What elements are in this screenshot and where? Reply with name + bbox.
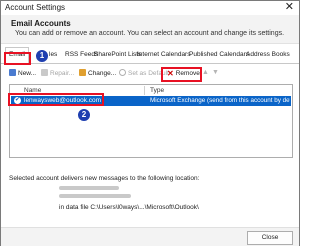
account-type: Microsoft Exchange (send from this accou… (150, 97, 290, 104)
tab-data-files[interactable]: les (49, 51, 57, 58)
new-button-label: New... (18, 70, 37, 77)
new-account-icon (9, 69, 16, 76)
footer: Close (1, 227, 299, 246)
step-2-badge: 2 (77, 108, 91, 122)
account-row-highlight (8, 93, 104, 106)
tab-sharepoint-lists[interactable]: SharePoint Lists (94, 51, 141, 58)
column-header-type[interactable]: Type (150, 87, 164, 94)
redacted-location (59, 186, 119, 190)
account-settings-dialog: Account Settings ✕ Email Accounts You ca… (0, 0, 300, 246)
repair-button[interactable]: Repair... (41, 69, 74, 77)
window-title: Account Settings (5, 3, 66, 12)
new-button[interactable]: New... (9, 69, 36, 77)
repair-button-label: Repair... (50, 70, 75, 77)
move-up-icon[interactable]: ▲ (202, 69, 209, 76)
tab-address-books[interactable]: Address Books (246, 51, 290, 58)
delivery-location-text: Selected account delivers new messages t… (9, 175, 200, 182)
close-icon[interactable]: ✕ (285, 1, 294, 13)
title-bar: Account Settings ✕ (1, 1, 299, 15)
data-file-path: in data file C:\Users\l0ways\...\Microso… (59, 204, 199, 211)
move-down-icon[interactable]: ▼ (212, 69, 219, 76)
change-button-label: Change... (88, 70, 117, 77)
tab-published-calendars[interactable]: Published Calendars (189, 51, 249, 58)
tab-internet-calendars[interactable]: Internet Calendars (137, 51, 190, 58)
redacted-location-line (59, 194, 131, 198)
header-panel: Email Accounts You can add or remove an … (1, 15, 299, 44)
column-separator (144, 86, 145, 95)
change-icon (79, 69, 86, 76)
repair-icon (41, 69, 48, 76)
step-1-badge: 1 (35, 49, 49, 63)
header-title: Email Accounts (11, 19, 71, 28)
change-button[interactable]: Change... (79, 69, 116, 77)
toolbar: New... Repair... Change... Set as Defaul… (5, 67, 295, 82)
email-tab-highlight (4, 52, 31, 65)
close-button[interactable]: Close (247, 231, 293, 245)
header-description: You can add or remove an account. You ca… (15, 30, 285, 37)
check-circle-icon (119, 69, 126, 76)
remove-button-highlight (161, 67, 202, 82)
